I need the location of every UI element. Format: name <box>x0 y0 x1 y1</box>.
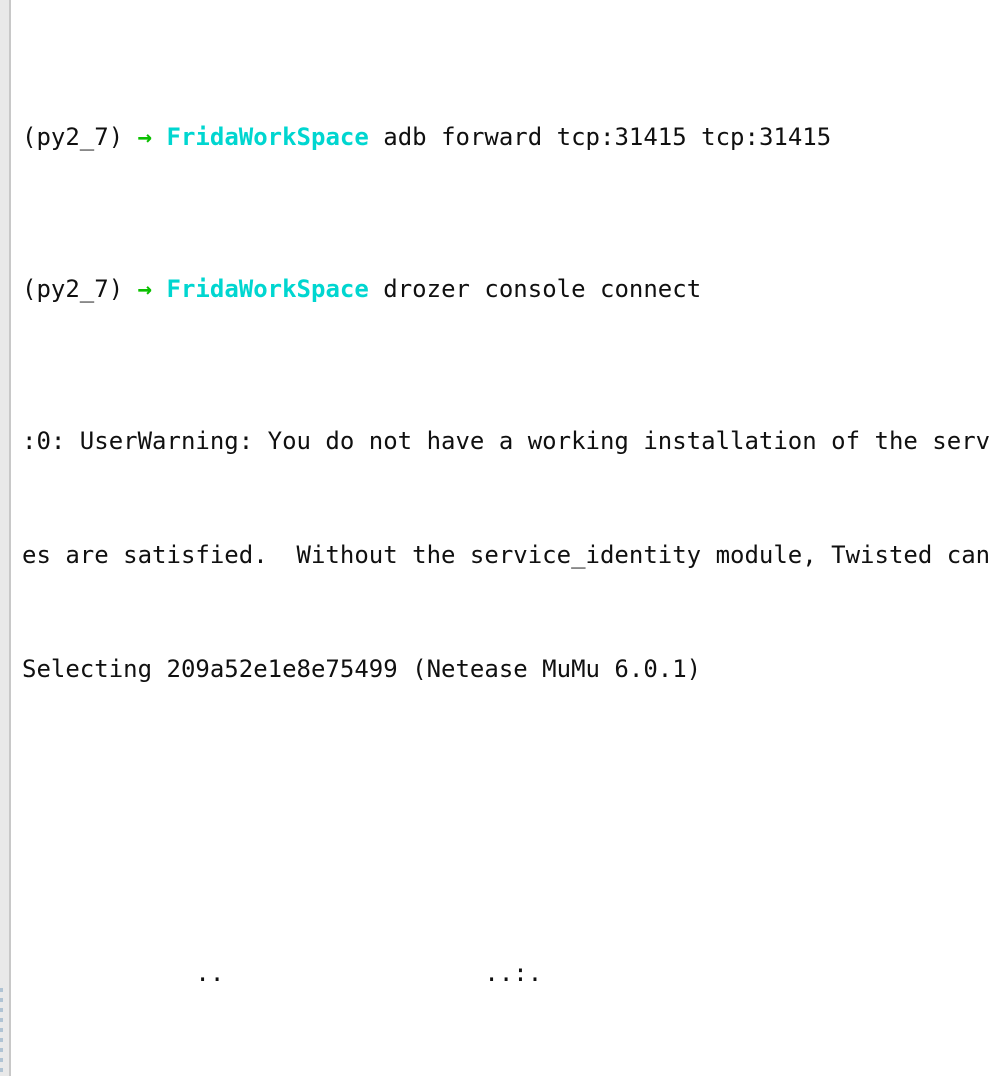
prompt-line-2: (py2_7) → FridaWorkSpace drozer console … <box>22 270 992 308</box>
banner-art-line: .. ..:. <box>22 959 543 987</box>
banner-art-line: ..o.. .r.. <box>22 1068 992 1076</box>
prompt-workspace: FridaWorkSpace <box>166 275 369 303</box>
prompt-venv: (py2_7) <box>22 275 124 303</box>
prompt-arrow-icon: → <box>137 275 153 303</box>
terminal-window: (py2_7) → FridaWorkSpace adb forward tcp… <box>0 0 992 1076</box>
prompt-venv: (py2_7) <box>22 123 124 151</box>
prompt-workspace: FridaWorkSpace <box>166 123 369 151</box>
scrollbar-marks[interactable] <box>0 988 3 1076</box>
device-select-line: Selecting 209a52e1e8e75499 (Netease MuMu… <box>22 655 702 683</box>
command-text-2: drozer console connect <box>383 275 702 303</box>
window-left-gutter <box>0 0 9 1076</box>
terminal-output: (py2_7) → FridaWorkSpace adb forward tcp… <box>22 4 992 1076</box>
command-text-1: adb forward tcp:31415 tcp:31415 <box>383 123 832 151</box>
terminal-screen[interactable]: (py2_7) → FridaWorkSpace adb forward tcp… <box>11 0 992 1076</box>
prompt-line-1: (py2_7) → FridaWorkSpace adb forward tcp… <box>22 118 992 156</box>
warning-line-2: es are satisfied. Without the service_id… <box>22 541 992 569</box>
warning-line-1: :0: UserWarning: You do not have a worki… <box>22 427 992 455</box>
prompt-arrow-icon: → <box>137 123 153 151</box>
